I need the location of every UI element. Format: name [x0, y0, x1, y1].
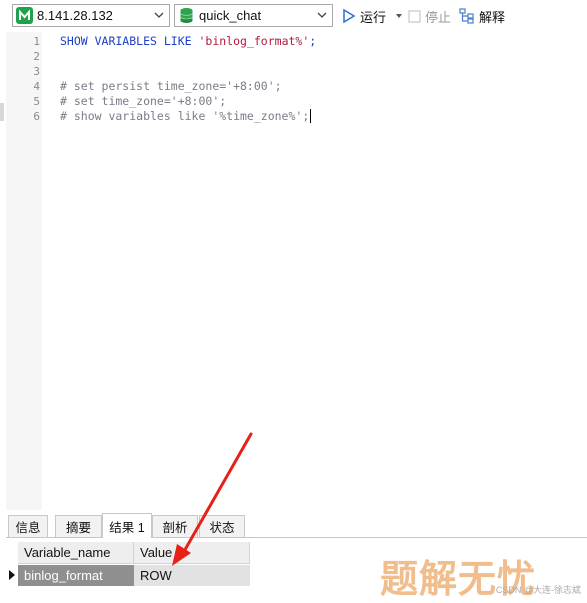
- code-line[interactable]: # show variables like '%time_zone%';​: [60, 109, 312, 123]
- result-tabs: 信息 摘要 结果 1 剖析 状态: [6, 513, 587, 538]
- connection-select[interactable]: 8.141.28.132: [12, 4, 170, 27]
- code-token: ;: [309, 34, 317, 48]
- text-cursor: ​: [310, 109, 312, 123]
- watermark-credit: CSDN @大连-徐志斌: [495, 585, 581, 595]
- database-select[interactable]: quick_chat: [174, 4, 333, 27]
- line-number: 2: [33, 50, 40, 63]
- code-line[interactable]: SHOW VARIABLES LIKE 'binlog_format%';: [60, 34, 316, 48]
- stop-button[interactable]: 停止: [408, 6, 451, 26]
- sql-editor[interactable]: 1 SHOW VARIABLES LIKE 'binlog_format%'; 2 3…: [0, 32, 587, 510]
- database-icon: [180, 8, 193, 23]
- play-icon: [343, 9, 356, 23]
- database-name: quick_chat: [199, 8, 262, 23]
- table-cell-variable-name[interactable]: binlog_format: [18, 565, 134, 586]
- table-cell-value[interactable]: ROW: [134, 565, 250, 586]
- stop-label: 停止: [425, 9, 452, 25]
- tab-status[interactable]: 状态: [199, 515, 245, 537]
- tab-profile[interactable]: 剖析: [152, 515, 198, 537]
- explain-label: 解释: [479, 9, 506, 25]
- tab-result-1[interactable]: 结果 1: [102, 513, 152, 538]
- line-number: 3: [33, 65, 40, 78]
- explain-tree-icon: [459, 8, 474, 24]
- explain-button[interactable]: 解释: [459, 6, 505, 26]
- query-toolbar: 8.141.28.132 quick_chat 运行 停止 解释: [0, 0, 587, 32]
- mysql-connection-icon: [16, 7, 33, 24]
- chevron-down-icon: [154, 12, 164, 18]
- run-dropdown-icon[interactable]: [394, 11, 404, 21]
- code-line[interactable]: # set time_zone='+8:00';: [60, 94, 226, 108]
- tab-info[interactable]: 信息: [8, 515, 48, 537]
- code-token: SHOW VARIABLES LIKE: [60, 34, 199, 48]
- code-token: 'binlog_format%': [198, 34, 310, 48]
- line-number: 5: [33, 95, 40, 108]
- run-button[interactable]: 运行: [342, 6, 404, 26]
- code-token: # set persist time_zone='+8:00';: [60, 79, 282, 93]
- line-number: 6: [33, 110, 40, 123]
- line-number: 1: [33, 35, 40, 48]
- stop-icon: [408, 10, 421, 22]
- tab-summary[interactable]: 摘要: [55, 515, 102, 537]
- editor-splitter-handle[interactable]: [0, 103, 4, 121]
- run-label: 运行: [360, 9, 387, 25]
- row-indicator-icon: [6, 565, 18, 585]
- column-header-value[interactable]: Value: [134, 542, 250, 564]
- code-token: # set time_zone='+8:00';: [60, 94, 227, 108]
- code-token: # show variables like '%time_zone%';: [60, 109, 310, 123]
- column-header-variable-name[interactable]: Variable_name: [18, 542, 134, 564]
- code-line[interactable]: # set persist time_zone='+8:00';: [60, 79, 282, 93]
- chevron-down-icon: [317, 12, 327, 18]
- connection-name: 8.141.28.132: [37, 8, 113, 23]
- line-number: 4: [33, 80, 40, 93]
